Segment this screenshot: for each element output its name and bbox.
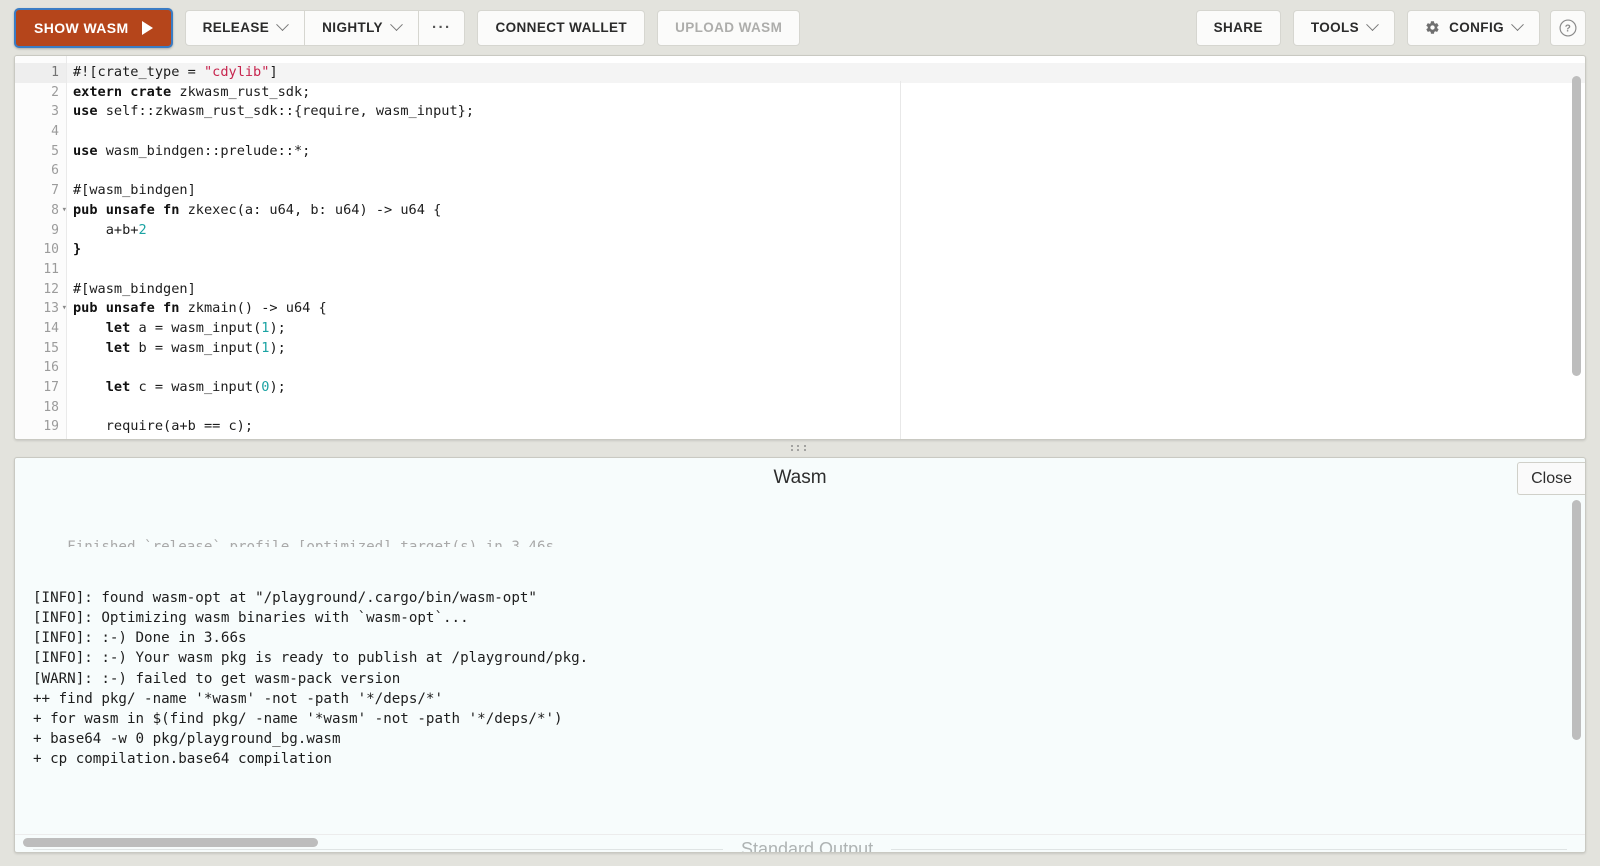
code-content[interactable]: #![crate_type = "cdylib"] extern crate zk…: [67, 56, 1585, 439]
close-panel-button[interactable]: Close: [1517, 462, 1585, 495]
code-line: a+b+2: [73, 221, 147, 238]
play-triangle-icon: [141, 20, 153, 35]
code-line: let b = wasm_input(1);: [105, 339, 286, 356]
code-line: let c = wasm_input(0);: [105, 379, 286, 395]
code-line: pub unsafe fn zkmain() -> u64 {: [73, 300, 327, 317]
show-wasm-label: SHOW WASM: [34, 19, 129, 36]
main-toolbar: SHOW WASM RELEASE NIGHTLY ··· CONNECT WA…: [0, 0, 1600, 55]
output-panel-title: Wasm: [773, 467, 827, 488]
line-number: 3: [51, 104, 59, 120]
code-line: #[wasm_bindgen]: [73, 182, 196, 199]
nightly-label: NIGHTLY: [322, 20, 383, 35]
line-number: 13 ▾: [15, 299, 67, 319]
code-line: require(a+b == c);: [73, 418, 254, 435]
line-number: 19: [43, 419, 59, 435]
help-button[interactable]: ?: [1550, 9, 1586, 46]
tools-dropdown[interactable]: TOOLS: [1292, 9, 1396, 46]
grip-dots-icon: [791, 445, 809, 452]
line-number: 15: [43, 340, 59, 356]
code-line: use wasm_bindgen::prelude::*;: [73, 142, 311, 159]
line-number: 9: [51, 222, 59, 238]
line-number: 2: [51, 84, 59, 100]
svg-text:?: ?: [1565, 23, 1571, 34]
console-clipped-line: Finished `release` profile [optimized] t…: [33, 539, 555, 548]
release-label: RELEASE: [202, 20, 270, 35]
console-output: Finished `release` profile [optimized] t…: [15, 498, 1585, 810]
panel-resize-handle[interactable]: [0, 440, 1600, 457]
line-number: 4: [51, 124, 59, 140]
upload-wasm-button[interactable]: UPLOAD WASM: [657, 9, 801, 46]
console-line: [INFO]: :-) Done in 3.66s: [33, 630, 247, 647]
editor-scroll-thumb[interactable]: [1572, 76, 1581, 376]
line-number: 11: [43, 261, 59, 277]
output-panel-header: Wasm Close: [15, 458, 1585, 498]
fold-toggle-icon[interactable]: ▾: [59, 299, 67, 319]
line-number: 12: [43, 281, 59, 297]
output-hscroll-thumb[interactable]: [23, 838, 318, 847]
line-number: 17: [43, 380, 59, 395]
line-number-gutter: 1 2 3 4 5 6 7 8 ▾ 9 10 11 12 13 ▾ 14 15 16 17 18 19: [15, 56, 67, 439]
code-line: use self::zkwasm_rust_sdk::{require, was…: [73, 103, 475, 120]
console-line: [INFO]: found wasm-opt at "/playground/.…: [33, 589, 537, 606]
more-options-button[interactable]: ···: [418, 9, 466, 46]
line-number: 16: [43, 360, 59, 376]
build-options-group: RELEASE NIGHTLY ···: [184, 9, 466, 46]
output-horizontal-scrollbar[interactable]: [15, 834, 1585, 849]
chevron-down-icon: [390, 18, 403, 32]
line-number: 7: [51, 183, 59, 199]
code-line: }: [73, 241, 82, 258]
code-line: pub unsafe fn zkexec(a: u64, b: u64) -> …: [73, 201, 442, 218]
code-editor[interactable]: 1 2 3 4 5 6 7 8 ▾ 9 10 11 12 13 ▾ 14 15 16 17 18 19 #![crate…: [14, 55, 1586, 440]
line-number: 6: [51, 163, 59, 179]
line-number: 8 ▾: [15, 201, 67, 221]
code-line: extern crate zkwasm_rust_sdk;: [73, 83, 311, 100]
config-label: CONFIG: [1449, 20, 1504, 35]
gear-icon: [1426, 21, 1439, 34]
chevron-down-icon: [1366, 18, 1379, 32]
console-line: + for wasm in $(find pkg/ -name '*wasm' …: [33, 711, 563, 728]
output-panel: Wasm Close Finished `release` profile [o…: [14, 457, 1586, 853]
question-circle-icon: ?: [1559, 19, 1577, 36]
show-wasm-button[interactable]: SHOW WASM: [14, 7, 173, 48]
console-line: [INFO]: Optimizing wasm binaries with `w…: [33, 610, 469, 627]
config-dropdown[interactable]: CONFIG: [1407, 9, 1540, 46]
output-scroll-thumb[interactable]: [1572, 500, 1581, 740]
release-dropdown[interactable]: RELEASE: [184, 9, 306, 46]
console-line: [INFO]: :-) Your wasm pkg is ready to pu…: [33, 650, 589, 667]
line-number: 18: [43, 399, 59, 415]
tools-label: TOOLS: [1310, 20, 1360, 35]
code-line: #[wasm_bindgen]: [73, 280, 196, 297]
code-line: #![crate_type = "cdylib"]: [67, 63, 1585, 83]
share-button[interactable]: SHARE: [1195, 9, 1281, 46]
chevron-down-icon: [1511, 18, 1524, 32]
console-line: ++ find pkg/ -name '*wasm' -not -path '*…: [33, 690, 443, 707]
console-line: + cp compilation.base64 compilation: [33, 751, 332, 768]
line-number: 1: [15, 63, 66, 83]
editor-vertical-scrollbar[interactable]: [1570, 76, 1583, 435]
connect-wallet-button[interactable]: CONNECT WALLET: [477, 9, 646, 46]
code-line: let a = wasm_input(1);: [105, 319, 286, 336]
output-vertical-scrollbar[interactable]: [1570, 500, 1583, 826]
chevron-down-icon: [276, 18, 290, 32]
print-margin-ruler: [900, 81, 901, 439]
line-number: 5: [51, 143, 59, 159]
fold-toggle-icon[interactable]: ▾: [59, 201, 67, 221]
console-line: [WARN]: :-) failed to get wasm-pack vers…: [33, 670, 401, 687]
line-number: 10: [43, 242, 59, 258]
line-number: 14: [43, 320, 59, 336]
console-line-list: [INFO]: found wasm-opt at "/playground/.…: [33, 588, 1567, 770]
nightly-dropdown[interactable]: NIGHTLY: [305, 9, 419, 46]
console-line: + base64 -w 0 pkg/playground_bg.wasm: [33, 731, 341, 748]
